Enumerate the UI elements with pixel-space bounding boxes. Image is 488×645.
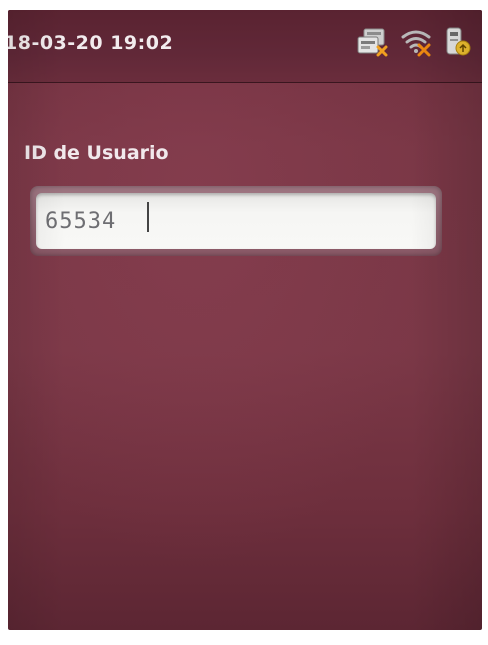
- user-id-field-frame: [30, 186, 442, 256]
- device-frame: 18-03-20 19:02 ID de Usuario 65534: [0, 0, 488, 645]
- text-caret: [147, 202, 149, 232]
- device-screen: 18-03-20 19:02 ID de Usuario 65534: [8, 10, 482, 630]
- network-disconnected-icon: [356, 27, 390, 57]
- status-datetime: 18-03-20 19:02: [8, 32, 174, 54]
- user-id-label: ID de Usuario: [24, 142, 169, 164]
- user-id-input[interactable]: [36, 193, 436, 249]
- login-content: ID de Usuario: [8, 82, 482, 630]
- status-icons: [356, 24, 472, 60]
- wifi-disconnected-icon: [400, 27, 432, 57]
- usb-device-icon: [442, 26, 472, 58]
- status-bar: 18-03-20 19:02: [8, 10, 482, 83]
